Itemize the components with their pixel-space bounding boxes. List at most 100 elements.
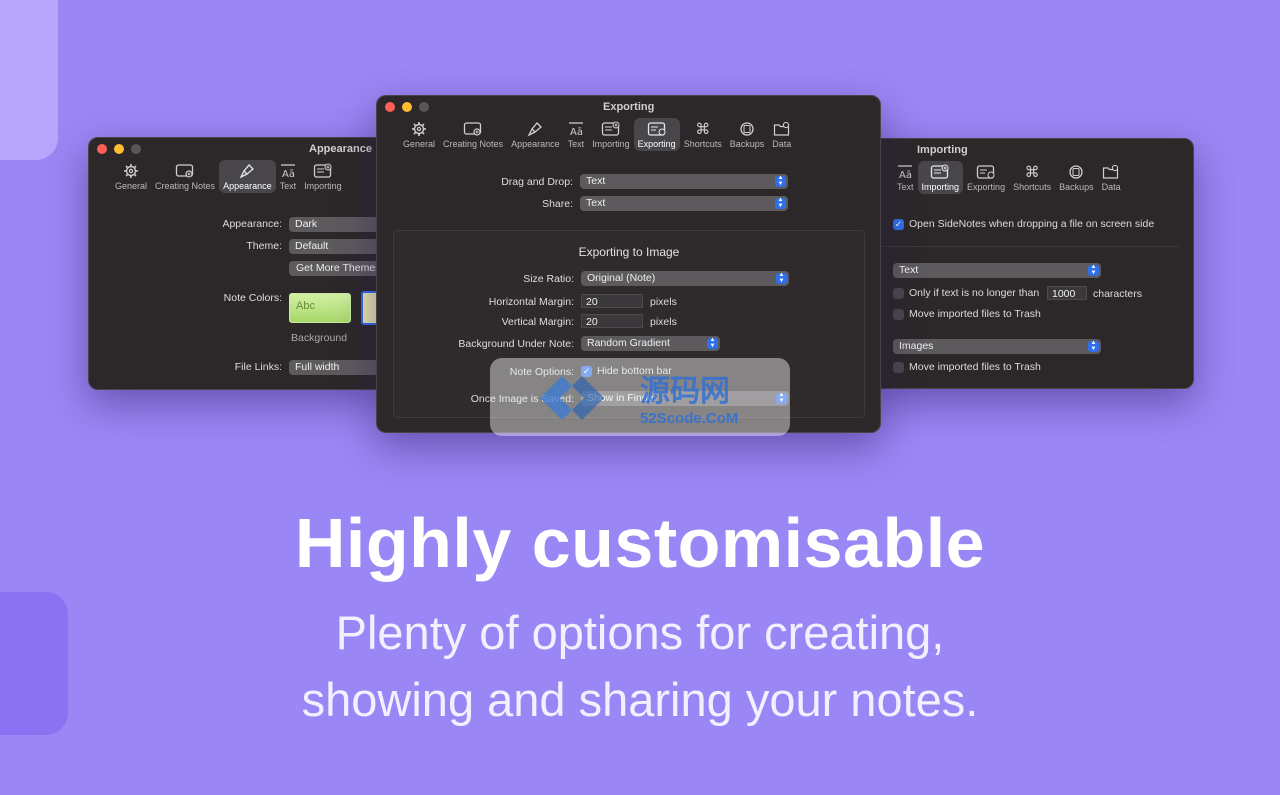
tab-general[interactable]: General <box>111 160 151 193</box>
chevron-updown-icon: ▲ ▼ <box>776 272 787 284</box>
swatch-sample-text: Abc <box>296 300 315 312</box>
minimize-icon[interactable] <box>114 144 124 154</box>
tab-importing[interactable]: Importing <box>300 160 346 193</box>
appearance-select[interactable]: Dark <box>289 217 389 232</box>
headline: Highly customisable <box>294 504 986 582</box>
tab-importing[interactable]: Importing <box>917 161 964 194</box>
close-icon[interactable] <box>97 144 107 154</box>
tab-general[interactable]: General <box>399 118 439 151</box>
tab-exporting[interactable]: Exporting <box>963 161 1009 194</box>
new-note-icon <box>175 163 195 179</box>
move-trash-option-2[interactable]: Move imported files to Trash <box>893 361 1041 373</box>
vertical-margin-label: Vertical Margin: <box>501 316 574 328</box>
size-ratio-select[interactable]: Original (Note) ▲ ▼ <box>581 271 789 286</box>
gear-icon <box>411 121 427 137</box>
tab-label: General <box>403 139 436 149</box>
chevron-updown-icon: ▲ ▼ <box>707 337 718 349</box>
gear-icon <box>123 163 139 179</box>
tab-text[interactable]: Aā Text <box>564 118 589 151</box>
window-title: Exporting <box>603 101 655 113</box>
minimize-icon[interactable] <box>402 102 412 112</box>
tab-shortcuts[interactable]: ⌘ Shortcuts <box>1009 161 1055 194</box>
share-select[interactable]: Text ▲ ▼ <box>580 196 788 211</box>
tab-label: Appearance <box>223 181 272 191</box>
titlebar: Importing <box>867 139 1193 161</box>
characters-unit: characters <box>1093 288 1143 300</box>
file-links-select[interactable]: Full width <box>289 360 389 375</box>
svg-text:Aā: Aā <box>899 170 912 180</box>
tab-label: Text <box>279 181 297 191</box>
background-under-note-label: Background Under Note: <box>458 338 574 350</box>
pixels-unit: pixels <box>650 296 677 308</box>
checkbox-unchecked-icon[interactable] <box>893 361 904 373</box>
checkbox-unchecked-icon[interactable] <box>893 308 904 320</box>
tab-label: General <box>115 181 148 191</box>
select-value: Text <box>899 264 919 276</box>
option-label: Move imported files to Trash <box>909 361 1041 373</box>
tab-label: Text <box>567 139 585 149</box>
decorative-shape-top <box>0 0 58 160</box>
subline-1: Plenty of options for creating, <box>335 606 945 659</box>
tab-label: Appearance <box>511 139 560 149</box>
horizontal-margin-field[interactable]: 20 <box>581 294 643 308</box>
tab-appearance[interactable]: Appearance <box>219 160 276 193</box>
tab-importing[interactable]: Importing <box>588 118 634 151</box>
option-label: Only if text is no longer than <box>909 287 1040 299</box>
tab-text[interactable]: Aā Text <box>276 160 301 193</box>
titlebar: Exporting <box>377 96 880 118</box>
drag-drop-select[interactable]: Text ▲ ▼ <box>580 174 788 189</box>
checkbox-unchecked-icon[interactable] <box>893 287 904 299</box>
preferences-tabs: General Creating Notes Appearance Aā Tex… <box>111 160 346 193</box>
checkbox-checked-icon[interactable]: ✓ <box>893 218 904 230</box>
text-icon: Aā <box>568 121 584 137</box>
import-icon <box>930 164 950 180</box>
appearance-label: Appearance: <box>222 218 282 230</box>
tab-exporting[interactable]: Exporting <box>633 118 680 151</box>
get-more-themes-button[interactable]: Get More Themes <box>289 261 388 276</box>
open-sidenotes-option[interactable]: ✓ Open SideNotes when dropping a file on… <box>893 218 1154 230</box>
watermark-cn-text: 源码网 <box>640 374 730 409</box>
tab-backups[interactable]: Backups <box>726 118 769 151</box>
select-value: Original (Note) <box>587 272 656 284</box>
chevron-updown-icon: ▲ ▼ <box>775 197 786 209</box>
zoom-icon[interactable] <box>131 144 141 154</box>
note-colors-label: Note Colors: <box>223 292 282 304</box>
note-color-swatch[interactable]: Abc <box>289 293 351 323</box>
text-import-select[interactable]: Text ▲ ▼ <box>893 263 1101 278</box>
option-label: Open SideNotes when dropping a file on s… <box>909 218 1155 230</box>
images-import-select[interactable]: Images ▲ ▼ <box>893 339 1101 354</box>
move-trash-option-1[interactable]: Move imported files to Trash <box>893 308 1041 320</box>
char-limit-field[interactable]: 1000 <box>1047 286 1087 300</box>
theme-select[interactable]: Default <box>289 239 389 254</box>
backup-icon <box>739 121 755 137</box>
svg-text:Aā: Aā <box>570 127 583 137</box>
watermark-logo-icon <box>540 376 604 420</box>
subline-2: showing and sharing your notes. <box>301 673 979 726</box>
tab-data[interactable]: Data <box>1098 161 1125 194</box>
drag-drop-label: Drag and Drop: <box>501 176 573 188</box>
tab-creating-notes[interactable]: Creating Notes <box>439 118 507 151</box>
command-icon: ⌘ <box>1024 164 1040 181</box>
background-under-note-select[interactable]: Random Gradient ▲ ▼ <box>581 336 720 351</box>
appearance-window: Appearance General Creating Notes Appear… <box>88 137 390 390</box>
vertical-margin-field[interactable]: 20 <box>581 314 643 328</box>
svg-text:Aā: Aā <box>282 169 295 179</box>
tab-shortcuts[interactable]: ⌘ Shortcuts <box>680 118 726 151</box>
tab-backups[interactable]: Backups <box>1055 161 1098 194</box>
tab-data[interactable]: Data <box>768 118 795 151</box>
close-icon[interactable] <box>385 102 395 112</box>
tab-label: Creating Notes <box>155 181 216 191</box>
tab-creating-notes[interactable]: Creating Notes <box>151 160 219 193</box>
data-folder-icon <box>1102 164 1120 180</box>
chevron-updown-icon: ▲ ▼ <box>1088 264 1099 276</box>
tab-appearance[interactable]: Appearance <box>507 118 564 151</box>
zoom-icon[interactable] <box>419 102 429 112</box>
importing-window: Importing Aā Text Importing Exporting ⌘ … <box>866 138 1194 389</box>
divider <box>879 246 1179 247</box>
section-title: Exporting to Image <box>578 245 680 259</box>
import-icon <box>313 163 333 179</box>
tab-label: Exporting <box>637 139 676 149</box>
only-if-text-option[interactable]: Only if text is no longer than <box>893 287 1039 299</box>
tab-text[interactable]: Aā Text <box>893 161 918 194</box>
size-ratio-label: Size Ratio: <box>523 273 574 285</box>
